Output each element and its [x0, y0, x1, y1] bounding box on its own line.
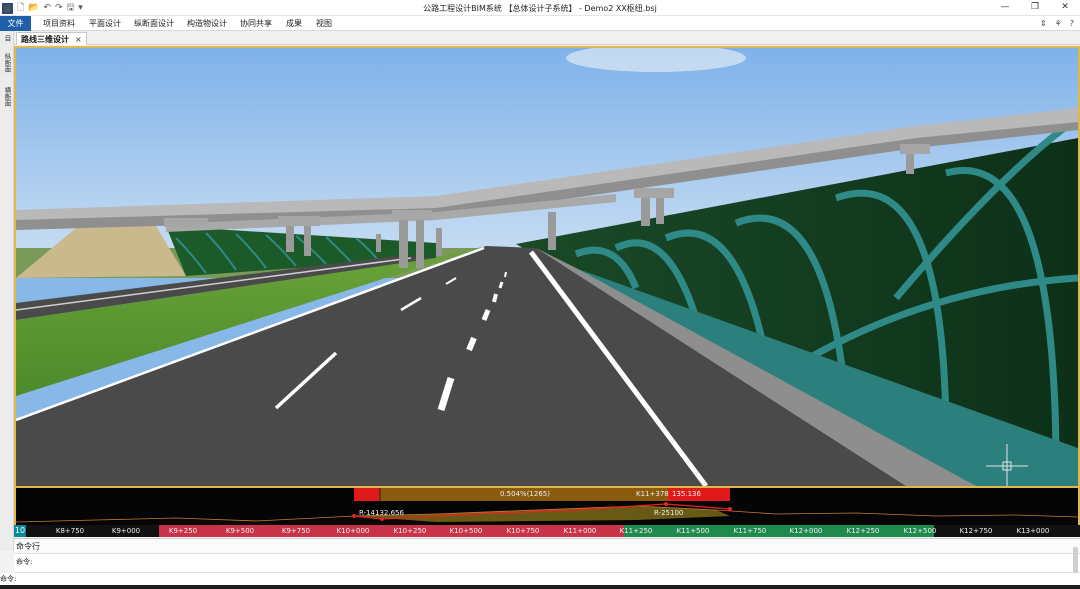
profile-band-left: [354, 488, 380, 501]
chainage-ruler[interactable]: 10 K8+750 K9+000 K9+250 K9+500 K9+750 K1…: [14, 525, 1080, 537]
pvi-point-4: [728, 507, 732, 511]
command-prompt: 命令:: [0, 575, 17, 583]
menu-right-tools: ⇕ ⚘ ?: [1040, 16, 1074, 31]
ruler-tick: K10+750: [506, 527, 540, 535]
curve-radius-right: R-25100: [654, 509, 684, 517]
ruler-tick: K10+000: [336, 527, 370, 535]
menu-view[interactable]: 视图: [316, 16, 332, 31]
ruler-tick: K12+250: [846, 527, 880, 535]
ruler-tick: K11+000: [563, 527, 597, 535]
ruler-segment-green: [624, 525, 934, 537]
command-history-line: 命令:: [16, 558, 33, 566]
pvi-point-2: [380, 517, 384, 521]
3d-viewport[interactable]: [14, 46, 1080, 488]
close-button[interactable]: ✕: [1050, 0, 1080, 16]
left-side-panel: 目 纵断面 横断面: [0, 31, 14, 551]
side-tab-cross-section[interactable]: 横断面: [2, 87, 12, 107]
ruler-tick: K10+500: [449, 527, 483, 535]
side-tab-catalog[interactable]: 目: [2, 35, 12, 42]
command-input[interactable]: [22, 573, 1062, 584]
menu-collaboration[interactable]: 协同共享: [240, 16, 272, 31]
menu-file[interactable]: 文件: [0, 16, 31, 31]
skin-icon[interactable]: ⚘: [1055, 19, 1062, 28]
grade-label: 0.504%(1265): [500, 490, 550, 498]
minimize-button[interactable]: —: [990, 0, 1020, 16]
road-scene: [16, 48, 1078, 486]
ruler-tick: K11+250: [619, 527, 653, 535]
ruler-tick: K9+250: [168, 527, 198, 535]
app-window: ▣ 🗋 📂 ↶ ↷ 🖫 ▾ 公路工程设计BIM系统 【总体设计子系统】 - De…: [0, 0, 1080, 589]
command-history[interactable]: 命令:: [14, 553, 1080, 573]
tab-close-icon[interactable]: ×: [75, 35, 82, 44]
pvi-point-3: [664, 502, 668, 506]
profile-strip[interactable]: 0.504%(1265) K11+378 135.136 R-14132.656…: [14, 488, 1080, 525]
help-icon[interactable]: ?: [1070, 19, 1074, 28]
ruler-tick: K9+500: [225, 527, 255, 535]
command-input-row: 命令:: [0, 573, 1080, 585]
station-label: K11+378: [636, 490, 669, 498]
ruler-tick: K8+750: [55, 527, 85, 535]
ruler-tick: K10+250: [393, 527, 427, 535]
station-value: 135.136: [672, 490, 701, 498]
window-title: 公路工程设计BIM系统 【总体设计子系统】 - Demo2 XX枢纽.bsj: [423, 4, 657, 13]
pvi-point-1: [352, 514, 356, 518]
status-bar: [0, 585, 1080, 589]
restore-button[interactable]: ❐: [1020, 0, 1050, 16]
ruler-tick: K9+000: [111, 527, 141, 535]
ruler-tick: K12+750: [959, 527, 993, 535]
side-tab-profile[interactable]: 纵断面: [2, 53, 12, 73]
ruler-tick: K12+000: [789, 527, 823, 535]
command-scrollbar[interactable]: [1073, 547, 1078, 573]
ruler-tick: K9+750: [281, 527, 311, 535]
ribbon-toggle-icon[interactable]: ⇕: [1040, 19, 1047, 28]
tab-label: 路线三维设计: [21, 34, 69, 44]
menu-profile-design[interactable]: 纵断面设计: [134, 16, 174, 31]
title-bar: ▣ 🗋 📂 ↶ ↷ 🖫 ▾ 公路工程设计BIM系统 【总体设计子系统】 - De…: [0, 0, 1080, 16]
window-controls: — ❐ ✕: [990, 0, 1080, 16]
curve-radius-left: R-14132.656: [359, 509, 404, 517]
document-tab-strip: 路线三维设计 ×: [14, 31, 1080, 45]
ruler-zoom-level[interactable]: 10: [14, 525, 26, 537]
command-panel: 命令行 命令: 命令:: [0, 538, 1080, 589]
menu-structure-design[interactable]: 构造物设计: [187, 16, 227, 31]
ruler-tick: K12+500: [903, 527, 937, 535]
menu-results[interactable]: 成果: [286, 16, 302, 31]
ruler-tick: K11+750: [733, 527, 767, 535]
tab-3d-route-design[interactable]: 路线三维设计 ×: [16, 32, 87, 45]
ruler-tick: K11+500: [676, 527, 710, 535]
menu-plan-design[interactable]: 平面设计: [89, 16, 121, 31]
command-panel-title: 命令行: [16, 542, 40, 551]
menu-bar: 文件 项目资料 平面设计 纵断面设计 构造物设计 协同共享 成果 视图 ⇕ ⚘ …: [0, 16, 1080, 31]
ruler-tick: K13+000: [1016, 527, 1050, 535]
menu-project-data[interactable]: 项目资料: [43, 16, 75, 31]
